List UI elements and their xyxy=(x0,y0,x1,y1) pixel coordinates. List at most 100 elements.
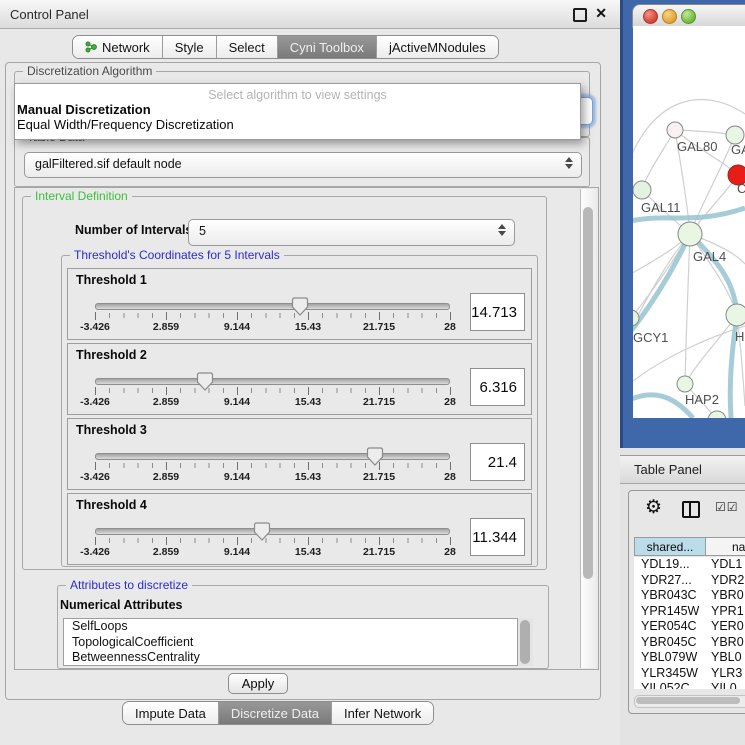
tick-label: 28 xyxy=(444,546,456,558)
tick-labels: -3.426 2.859 9.144 15.43 21.715 28 xyxy=(95,396,450,408)
table-row[interactable]: YDR27...YDR2 xyxy=(634,573,745,589)
table-row[interactable]: YDL19...YDL1 xyxy=(634,557,745,573)
tick-label: 28 xyxy=(444,471,456,483)
table-row[interactable]: YBL079WYBL0 xyxy=(634,650,745,666)
node-label: GA xyxy=(731,142,745,157)
network-icon xyxy=(85,41,97,53)
node-label: H xyxy=(735,329,744,344)
attributes-list: SelfLoops TopologicalCoefficient Between… xyxy=(63,618,518,666)
tab-cyni-toolbox[interactable]: Cyni Toolbox xyxy=(278,36,377,58)
table-row[interactable]: YBR043CYBR0 xyxy=(634,588,745,604)
gear-icon[interactable]: ⚙ xyxy=(645,496,662,519)
cell: YDR27... xyxy=(641,573,692,589)
network-canvas[interactable]: GAL80 GA GAL11 GAL4 GCY1 H HAP2 C xyxy=(633,26,745,418)
tick-mark xyxy=(237,537,238,545)
algorithm-dropdown-popup: Select algorithm to view settings Manual… xyxy=(14,83,581,140)
slider-track[interactable] xyxy=(95,528,450,535)
threshold-panel-4: Threshold 4 -3.426 2.859 xyxy=(67,493,532,565)
node-h[interactable] xyxy=(726,304,745,326)
zoom-traffic-light-icon[interactable] xyxy=(681,9,696,24)
slider-ticks xyxy=(95,463,450,468)
dropdown-hint: Select algorithm to view settings xyxy=(15,88,580,102)
numerical-attributes-label: Numerical Attributes xyxy=(60,598,182,612)
dropdown-option-equal-width[interactable]: Equal Width/Frequency Discretization xyxy=(15,117,580,132)
tab-network[interactable]: Network xyxy=(73,36,163,58)
tick-mark xyxy=(237,312,238,320)
slider-ticks xyxy=(95,388,450,393)
node-gal11[interactable] xyxy=(633,181,651,199)
node-hap2[interactable] xyxy=(677,376,693,392)
slider-track[interactable] xyxy=(95,378,450,385)
tick-label: 2.859 xyxy=(153,396,179,408)
tab-select[interactable]: Select xyxy=(217,36,278,58)
threshold-value-field[interactable]: 11.344 xyxy=(470,518,525,556)
tick-mark xyxy=(166,537,167,545)
column-header-shared-name[interactable]: shared... xyxy=(634,537,706,556)
tick-label: 21.715 xyxy=(363,396,395,408)
tick-label: 2.859 xyxy=(153,471,179,483)
settings-scrollpane: Interval Definition Number of Intervals … xyxy=(14,187,599,670)
table-row[interactable]: YIL052CYIL0 xyxy=(634,681,745,689)
threshold-value-field[interactable]: 6.316 xyxy=(470,368,525,406)
scrollbar-thumb[interactable] xyxy=(583,207,593,579)
threshold-value-field[interactable]: 21.4 xyxy=(470,443,525,481)
tab-discretize-data[interactable]: Discretize Data xyxy=(219,702,332,724)
scrollbar-thumb[interactable] xyxy=(520,620,530,664)
dropdown-option-manual[interactable]: Manual Discretization xyxy=(15,102,580,117)
list-item[interactable]: TopologicalCoefficient xyxy=(64,635,517,651)
tick-label: 2.859 xyxy=(153,546,179,558)
threshold-slider-4: -3.426 2.859 9.144 15.43 21.715 28 xyxy=(95,522,450,562)
bottom-tab-bar: Impute Data Discretize Data Infer Networ… xyxy=(122,701,434,725)
column-header-name[interactable]: name xyxy=(705,537,745,556)
threshold-label: Threshold 2 xyxy=(76,348,147,362)
slider-track[interactable] xyxy=(95,303,450,310)
vertical-scrollbar[interactable] xyxy=(580,189,596,668)
tab-label: Impute Data xyxy=(135,706,206,721)
list-item[interactable]: SelfLoops xyxy=(64,619,517,635)
minimize-traffic-light-icon[interactable] xyxy=(662,9,677,24)
list-item[interactable]: BetweennessCentrality xyxy=(64,650,517,666)
cell: YBL079W xyxy=(641,650,697,666)
checkbox-icons[interactable]: ☑☑ xyxy=(715,500,739,514)
top-tab-bar: Network Style Select Cyni Toolbox jActiv… xyxy=(72,35,499,59)
table-row[interactable]: YLR345WYLR3 xyxy=(634,666,745,682)
threshold-slider-2: -3.426 2.859 9.144 15.43 21.715 28 xyxy=(95,372,450,412)
table-row[interactable]: YPR145WYPR1 xyxy=(634,604,745,620)
scrollbar-thumb[interactable] xyxy=(636,697,740,704)
threshold-panel-1: Threshold 1 -3.426 2.859 xyxy=(67,268,532,340)
tab-infer-network[interactable]: Infer Network xyxy=(332,702,433,724)
apply-button[interactable]: Apply xyxy=(228,673,288,694)
table-row[interactable]: YER054CYER0 xyxy=(634,619,745,635)
tab-style[interactable]: Style xyxy=(163,36,217,58)
table-data-combobox[interactable]: galFiltered.sif default node xyxy=(24,152,582,178)
threshold-value-field[interactable]: 14.713 xyxy=(470,293,525,331)
panel-title: Control Panel xyxy=(10,7,89,22)
num-intervals-combobox[interactable]: 5 xyxy=(188,219,515,246)
threshold-slider-1: -3.426 2.859 9.144 15.43 21.715 28 xyxy=(95,297,450,337)
list-scrollbar[interactable] xyxy=(518,618,533,666)
cell: YER054C xyxy=(641,619,697,635)
horizontal-scrollbar[interactable] xyxy=(634,695,745,708)
tick-label: 21.715 xyxy=(363,546,395,558)
table-header: shared... name xyxy=(629,537,745,557)
group-title: Threshold's Coordinates for 5 Intervals xyxy=(70,248,284,262)
slider-track[interactable] xyxy=(95,453,450,460)
interval-definition-group: Interval Definition Number of Intervals … xyxy=(22,196,547,570)
tab-jactivemnodules[interactable]: jActiveMNodules xyxy=(377,36,498,58)
tick-label: -3.426 xyxy=(80,321,110,333)
float-window-icon[interactable] xyxy=(573,8,587,22)
stepper-icon xyxy=(498,224,506,236)
cell: YBR045C xyxy=(641,635,697,651)
tab-impute-data[interactable]: Impute Data xyxy=(123,702,219,724)
node-gal80[interactable] xyxy=(667,122,683,138)
columns-icon[interactable] xyxy=(682,501,700,518)
tick-labels: -3.426 2.859 9.144 15.43 21.715 28 xyxy=(95,471,450,483)
tick-label: 21.715 xyxy=(363,471,395,483)
table-row[interactable]: YBR045C YBR0 xyxy=(634,635,745,651)
attributes-group: Attributes to discretize Numerical Attri… xyxy=(57,585,549,669)
close-icon[interactable]: ✕ xyxy=(595,5,607,22)
close-traffic-light-icon[interactable] xyxy=(643,9,658,24)
cell: YBR0 xyxy=(711,635,744,651)
table-panel-title: Table Panel xyxy=(634,462,702,477)
node-gal4[interactable] xyxy=(678,222,702,246)
